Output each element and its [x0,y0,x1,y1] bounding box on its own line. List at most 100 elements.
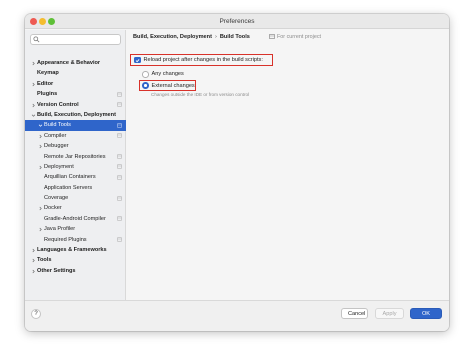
window-title: Preferences [219,17,255,25]
sidebar-item-arquillian-containers[interactable]: Arquillian Containers [25,172,126,182]
chevron-down-icon[interactable] [38,123,43,128]
sidebar-item-tools[interactable]: Tools [25,255,126,265]
sidebar-item-label: Tools [37,257,52,264]
sidebar-item-label: Version Control [37,101,79,108]
sidebar-item-appearance-behavior[interactable]: Appearance & Behavior [25,58,126,68]
sidebar-item-label: Keymap [37,70,59,77]
sidebar-item-label: Languages & Frameworks [37,247,107,254]
sidebar-item-deployment[interactable]: Deployment [25,162,126,172]
minimize-window-button[interactable] [39,18,46,25]
sidebar-item-compiler[interactable]: Compiler [25,131,126,141]
settings-content-panel: Build, Execution, Deployment › Build Tools… [127,30,449,300]
breadcrumb-separator: › [214,34,217,40]
sidebar-item-label: Required Plugins [44,236,87,243]
project-config-icon [117,102,122,107]
sidebar-item-other-settings[interactable]: Other Settings [25,266,126,276]
sidebar-item-java-profiler[interactable]: Java Profiler [25,224,126,234]
sidebar-item-label: Remote Jar Repositories [44,153,106,160]
apply-button[interactable]: Apply [375,308,404,319]
external-changes-hint: Changes outside the IDE or from version … [151,92,250,97]
ok-button[interactable]: OK [410,308,442,319]
chevron-right-icon[interactable] [31,103,36,108]
sidebar-item-label: Gradle-Android Compiler [44,215,106,222]
sidebar-item-label: Docker [44,205,62,212]
checkmark-icon [135,58,140,62]
sidebar-item-label: Build Tools [44,122,71,129]
sidebar-item-label: Coverage [44,195,69,202]
radio-external-changes-button[interactable] [142,82,149,89]
project-config-icon [117,216,122,221]
sidebar-item-build-tools[interactable]: Build Tools [25,120,126,131]
breadcrumb-item-build-execution-deployment[interactable]: Build, Execution, Deployment [133,34,212,40]
chevron-right-icon[interactable] [38,206,43,211]
scope-label-text: For current project [277,34,322,40]
radio-external-changes-label: External changes [151,82,195,89]
chevron-right-icon[interactable] [38,227,43,232]
preferences-window: Preferences Appearance & Behavior Keymap E… [25,14,449,331]
sidebar-item-required-plugins[interactable]: Required Plugins [25,235,126,245]
settings-search-box[interactable] [30,34,121,45]
sidebar-item-build-execution-deployment[interactable]: Build, Execution, Deployment [25,110,126,120]
sidebar-item-coverage[interactable]: Coverage [25,193,126,203]
reload-project-checkbox-row[interactable]: Reload project after changes in the buil… [130,54,273,66]
project-config-icon [117,164,122,169]
radio-any-changes-label: Any changes [151,71,184,78]
scope-label: For current project [269,32,321,42]
project-config-icon [117,237,122,242]
sidebar-item-label: Other Settings [37,267,76,274]
project-config-icon [117,196,122,201]
project-config-icon [117,175,122,180]
chevron-right-icon[interactable] [38,134,43,139]
chevron-right-icon[interactable] [31,61,36,66]
breadcrumb: Build, Execution, Deployment › Build Tools [133,32,250,42]
settings-search-input[interactable] [40,35,120,44]
sidebar-item-remote-jar-repositories[interactable]: Remote Jar Repositories [25,152,126,162]
sidebar-item-editor[interactable]: Editor [25,79,126,89]
settings-tree: Appearance & Behavior Keymap Editor Plugins… [25,58,126,276]
project-scope-icon [269,34,275,39]
project-config-icon [117,154,122,159]
chevron-down-icon[interactable] [31,113,36,118]
sidebar-item-label: Application Servers [44,184,93,191]
chevron-right-icon[interactable] [38,165,43,170]
sidebar-item-label: Deployment [44,163,74,170]
cancel-button[interactable]: Cancel [341,308,368,319]
radio-any-changes-button[interactable] [142,71,149,78]
radio-any-changes[interactable]: Any changes [142,71,184,78]
sidebar-item-label: Arquillian Containers [44,174,96,181]
sidebar-item-label: Debugger [44,143,69,150]
radio-external-changes[interactable]: External changes [139,80,196,91]
breadcrumb-item-build-tools: Build Tools [219,34,250,40]
settings-sidebar: Appearance & Behavior Keymap Editor Plugins… [25,30,126,300]
chevron-right-icon[interactable] [31,82,36,87]
sidebar-item-label: Editor [37,80,54,87]
project-config-icon [117,133,122,138]
chevron-right-icon[interactable] [38,144,43,149]
chevron-right-icon[interactable] [31,258,36,263]
sidebar-item-label: Build, Execution, Deployment [37,111,116,118]
sidebar-item-label: Appearance & Behavior [37,60,101,66]
help-button[interactable]: ? [31,309,41,319]
sidebar-item-application-servers[interactable]: Application Servers [25,183,126,193]
sidebar-item-debugger[interactable]: Debugger [25,141,126,151]
maximize-window-button[interactable] [48,18,55,25]
chevron-right-icon[interactable] [31,269,36,274]
title-bar: Preferences [25,14,449,29]
project-config-icon [117,123,122,128]
sidebar-item-label: Java Profiler [44,226,76,233]
sidebar-item-version-control[interactable]: Version Control [25,100,126,110]
sidebar-item-label: Compiler [44,132,67,139]
sidebar-item-keymap[interactable]: Keymap [25,68,126,78]
radio-selected-dot [144,84,147,87]
close-window-button[interactable] [30,18,37,25]
project-config-icon [117,92,122,97]
sidebar-item-docker[interactable]: Docker [25,203,126,213]
chevron-right-icon[interactable] [31,248,36,253]
reload-project-label: Reload project after changes in the buil… [143,57,263,63]
sidebar-item-gradle-android-compiler[interactable]: Gradle-Android Compiler [25,214,126,224]
sidebar-item-languages-frameworks[interactable]: Languages & Frameworks [25,245,126,255]
dialog-footer: ? Cancel Apply OK [25,300,449,331]
reload-project-checkbox[interactable] [134,56,141,64]
search-icon [33,36,40,43]
sidebar-item-plugins[interactable]: Plugins [25,89,126,99]
